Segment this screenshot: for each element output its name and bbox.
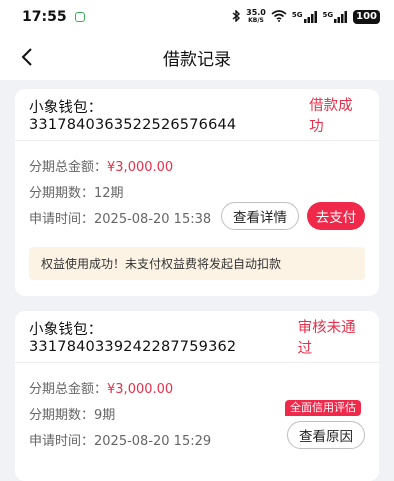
credit-assessment-badge: 全面信用评估 <box>285 400 361 416</box>
signal-label-1: 5G <box>291 11 303 19</box>
status-left: 17:55 <box>22 9 85 25</box>
wifi-icon <box>271 9 287 25</box>
bluetooth-icon <box>232 8 241 25</box>
total-amount-row: 分期总金额：¥3,000.00 <box>29 155 365 181</box>
record-status: 审核未通过 <box>297 319 356 357</box>
signal-label-2: 5G <box>322 11 334 19</box>
nav-bar: 借款记录 <box>0 34 394 80</box>
network-speed: 35.0 KB/S <box>246 9 266 25</box>
loan-record-card[interactable]: 小象钱包：3317840363522526576644 借款成功 分期总金额：¥… <box>15 89 379 296</box>
battery-indicator: 100 <box>353 10 380 24</box>
total-amount-label: 分期总金额： <box>29 160 108 175</box>
record-title: 小象钱包：3317840363522526576644 <box>29 100 237 133</box>
signal-icon-1: 5G <box>292 11 318 23</box>
loan-record-card[interactable]: 小象钱包：3317840339242287759362 审核未通过 分期总金额：… <box>15 311 379 481</box>
total-amount-value: ¥3,000.00 <box>107 382 174 397</box>
back-button[interactable] <box>12 42 42 72</box>
net-speed-value: 35.0 <box>246 8 266 17</box>
card-header: 小象钱包：3317840363522526576644 借款成功 <box>15 89 379 141</box>
page-title: 借款记录 <box>163 49 231 70</box>
signal-icon-2: 5G <box>323 11 349 23</box>
app-notification-icon <box>74 12 85 22</box>
record-title: 小象钱包：3317840339242287759362 <box>29 322 237 355</box>
view-reason-button[interactable]: 查看原因 <box>287 421 365 449</box>
status-bar: 17:55 35.0 KB/S 5G 5G 100 <box>0 0 394 34</box>
pay-button[interactable]: 去支付 <box>307 202 365 230</box>
notice-banner: 权益使用成功！未支付权益费将发起自动扣款 <box>29 247 365 280</box>
view-details-button[interactable]: 查看详情 <box>221 202 299 230</box>
total-amount-label: 分期总金额： <box>29 382 108 397</box>
status-right: 35.0 KB/S 5G 5G 100 <box>232 9 380 25</box>
status-time: 17:55 <box>22 9 67 25</box>
net-speed-unit: KB/S <box>248 17 264 24</box>
chevron-left-icon <box>21 48 32 66</box>
card-header: 小象钱包：3317840339242287759362 审核未通过 <box>15 311 379 363</box>
record-status: 借款成功 <box>309 97 353 135</box>
total-amount-value: ¥3,000.00 <box>107 160 174 175</box>
